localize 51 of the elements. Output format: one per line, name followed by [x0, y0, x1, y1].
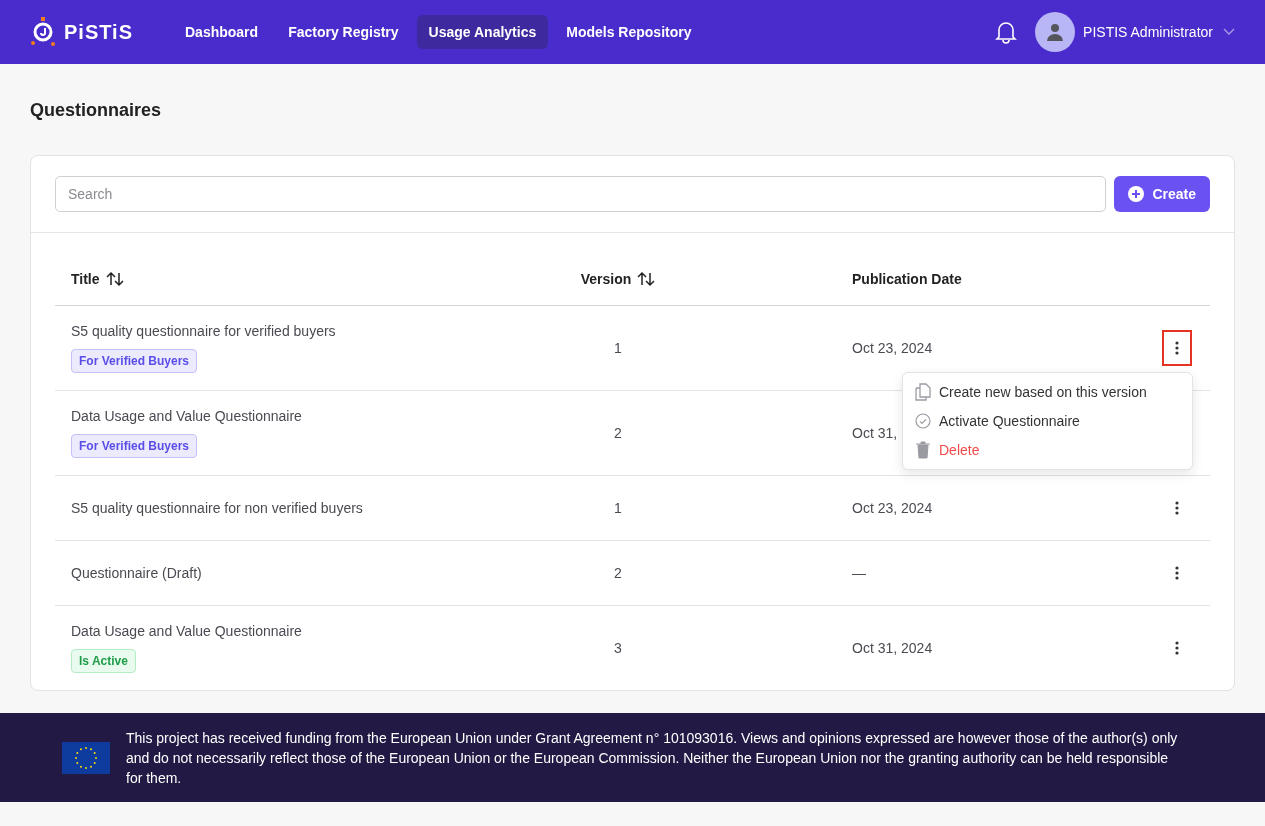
date-cell: — [852, 565, 866, 581]
questionnaire-title: Data Usage and Value Questionnaire [71, 408, 302, 424]
logo-icon [30, 17, 56, 47]
questionnaire-title: Data Usage and Value Questionnaire [71, 623, 302, 639]
more-button[interactable] [1162, 330, 1192, 366]
date-cell: Oct 31, [852, 425, 898, 441]
more-icon [1175, 566, 1179, 580]
column-header[interactable]: Version [580, 271, 632, 287]
plus-circle-icon [1128, 186, 1145, 202]
version-cell-text: 1 [613, 500, 623, 516]
create-button[interactable]: Create [1114, 176, 1210, 212]
menu-item[interactable]: Create new based on this version [903, 377, 1192, 407]
date-cell: Oct 23, 2024 [852, 500, 933, 516]
nav-tab[interactable]: Dashboard [173, 15, 271, 49]
copy-icon [915, 383, 931, 401]
questionnaire-title: S5 quality questionnaire for verified buyers [71, 323, 336, 339]
date-cell: Oct 23, 2024 [852, 340, 933, 356]
search-field[interactable]: Search [55, 176, 1107, 212]
nav-tab[interactable]: Usage Analytics [416, 15, 549, 49]
nav-tab[interactable]: Factory Registry [276, 15, 411, 49]
more-icon [1175, 501, 1179, 515]
version-cell-text: 1 [613, 340, 623, 356]
menu-item[interactable]: Activate Questionnaire [903, 407, 1192, 435]
status-tag: For Verified Buyers [71, 349, 198, 373]
nav-tab[interactable]: Models Repository [554, 15, 704, 49]
status-tag: For Verified Buyers [71, 434, 198, 458]
more-icon [1175, 641, 1179, 655]
page-title: Questionnaires [30, 100, 163, 121]
version-cell-text: 2 [613, 425, 623, 441]
trash-icon [915, 441, 931, 459]
chevron-down-icon[interactable] [1223, 28, 1235, 36]
version-cell-text: 2 [613, 565, 623, 581]
date-cell: Oct 31, 2024 [852, 640, 933, 656]
status-tag: Is Active [71, 649, 136, 673]
column-header: Publication Date [852, 271, 962, 287]
avatar[interactable] [1035, 12, 1076, 52]
check-circle-icon [915, 413, 931, 429]
menu-item[interactable]: Delete [903, 435, 1192, 465]
user-name[interactable]: PISTIS Administrator [1083, 24, 1213, 40]
funding-notice: This project has received funding from the European Union under Grant Agreement n° 101093016. Views and opinions expressed are however those of the author(s) only and do not necessarily reflect those of the European Union or the European Commission. Neither the European Union nor the granting authority can be held responsible for them. [126, 728, 1179, 788]
logo-text[interactable]: PiSTiS [64, 20, 133, 44]
sort-icon[interactable] [105, 271, 124, 287]
column-header[interactable]: Title [71, 271, 100, 287]
eu-flag-icon [62, 741, 110, 774]
bell-icon[interactable] [995, 20, 1018, 44]
more-icon [1175, 341, 1179, 355]
questionnaire-title: S5 quality questionnaire for non verified buyers [71, 500, 363, 516]
sort-icon[interactable] [637, 271, 656, 287]
person-icon [1047, 23, 1064, 41]
questionnaire-title: Questionnaire (Draft) [71, 565, 202, 581]
version-cell-text: 3 [613, 640, 623, 656]
